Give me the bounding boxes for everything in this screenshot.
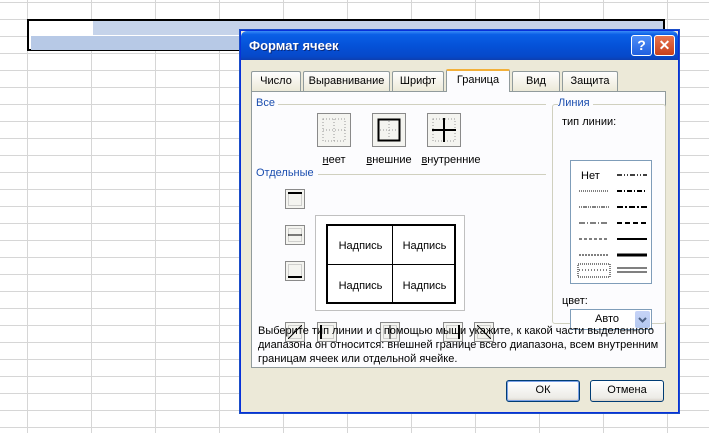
- preset-inside-button[interactable]: [427, 113, 461, 147]
- tab-font[interactable]: Шрифт: [392, 71, 444, 91]
- border-inside-icon: [432, 118, 456, 142]
- preset-outline-label: внешние: [366, 154, 412, 166]
- preview-cell-text: Надпись: [338, 280, 383, 292]
- tab-protection[interactable]: Защита: [562, 71, 618, 91]
- close-button[interactable]: ✕: [654, 35, 675, 56]
- line-color-label: цвет:: [562, 295, 588, 307]
- border-none-icon: [322, 118, 346, 142]
- line-style-label: тип линии:: [562, 116, 617, 128]
- preset-inside-label: внутренние: [421, 154, 481, 166]
- border-group-label: Отдельные: [256, 167, 317, 179]
- tab-fill[interactable]: Вид: [512, 71, 560, 91]
- ok-button[interactable]: ОК: [506, 380, 580, 402]
- dialog-title: Формат ячеек: [249, 38, 339, 53]
- border-inside-horizontal-icon: [288, 228, 302, 242]
- tab-alignment[interactable]: Выравнивание: [303, 71, 390, 91]
- presets-group-label: Все: [256, 97, 278, 109]
- divider: [318, 174, 546, 175]
- line-style-swatches: [577, 174, 647, 278]
- help-text: Выберите тип линии и с помощью мыши укаж…: [258, 325, 659, 365]
- preset-outline-button[interactable]: [372, 113, 406, 147]
- preset-none-button[interactable]: [317, 113, 351, 147]
- cancel-button[interactable]: Отмена: [590, 380, 664, 402]
- border-top-button[interactable]: [285, 189, 305, 209]
- border-bottom-button[interactable]: [285, 261, 305, 281]
- border-outline-icon: [377, 118, 401, 142]
- help-button[interactable]: ?: [631, 35, 652, 56]
- format-cells-dialog: Формат ячеек ? ✕ Число Выравнивание Шриф…: [240, 30, 679, 413]
- preview-cell-text: Надпись: [402, 240, 447, 252]
- border-inside-horizontal-button[interactable]: [285, 225, 305, 245]
- preset-none-label: неет: [322, 154, 346, 166]
- border-preview[interactable]: Надпись Надпись Надпись Надпись: [315, 215, 465, 311]
- line-style-list[interactable]: Нет: [570, 160, 652, 284]
- border-tab-panel: Все неет внешние внутренние Отдельные На…: [251, 91, 666, 368]
- preview-cell-text: Надпись: [402, 280, 447, 292]
- preview-inner-horizontal: [328, 264, 454, 265]
- close-icon: ✕: [658, 37, 671, 53]
- border-bottom-icon: [288, 264, 302, 278]
- tab-border[interactable]: Граница: [446, 69, 510, 92]
- divider: [278, 104, 546, 105]
- title-bar[interactable]: Формат ячеек ? ✕: [241, 31, 678, 60]
- border-top-icon: [288, 192, 302, 206]
- preview-table[interactable]: Надпись Надпись Надпись Надпись: [326, 224, 456, 304]
- preview-cell-text: Надпись: [338, 240, 383, 252]
- tab-number[interactable]: Число: [251, 71, 301, 91]
- line-group-label: Линия: [558, 97, 593, 109]
- selection-highlight: [31, 36, 93, 50]
